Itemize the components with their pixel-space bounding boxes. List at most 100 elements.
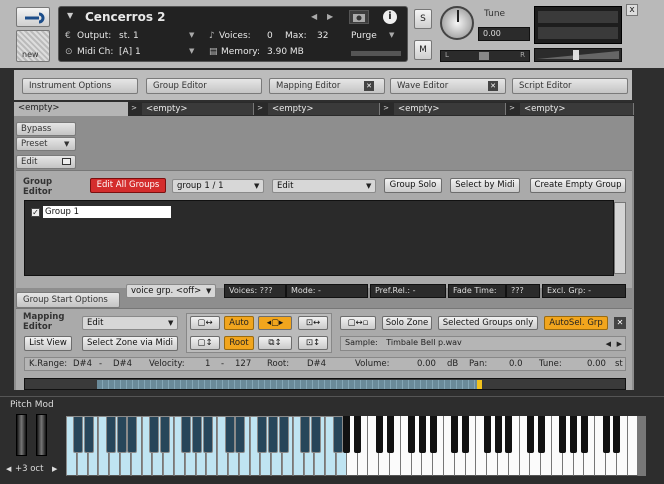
output-value[interactable]: st. 1 bbox=[119, 31, 139, 41]
mute-button[interactable]: M bbox=[414, 40, 432, 60]
slot-arrow-icon[interactable]: > bbox=[128, 102, 140, 116]
group-solo-button[interactable]: Group Solo bbox=[384, 178, 442, 193]
volume-slider[interactable] bbox=[534, 48, 622, 62]
black-key[interactable] bbox=[483, 416, 491, 453]
list-view-button[interactable]: List View bbox=[24, 336, 72, 351]
group-select[interactable]: group 1 / 1 bbox=[172, 179, 264, 193]
group-row[interactable]: Group 1 bbox=[43, 206, 171, 218]
selected-zone[interactable] bbox=[477, 380, 482, 389]
slot-tab-4[interactable]: <empty> bbox=[394, 103, 506, 115]
slot-arrow-icon[interactable]: > bbox=[506, 102, 518, 116]
black-key[interactable] bbox=[116, 416, 127, 453]
black-key[interactable] bbox=[105, 416, 116, 453]
auto-button[interactable]: Auto bbox=[224, 316, 254, 330]
krange-to[interactable]: D#4 bbox=[113, 358, 132, 370]
chevron-down-icon[interactable]: ▼ bbox=[366, 182, 371, 190]
mapping-editor-close-icon[interactable]: ✕ bbox=[364, 81, 374, 91]
octave-down-icon[interactable]: ◀ bbox=[6, 465, 11, 473]
prev-sample-icon[interactable]: ◀ bbox=[606, 338, 611, 350]
root-button[interactable]: Root bbox=[224, 336, 254, 350]
output-dropdown-icon[interactable]: ▼ bbox=[189, 31, 194, 39]
black-key[interactable] bbox=[235, 416, 246, 453]
black-key[interactable] bbox=[418, 416, 426, 453]
midi-channel-value[interactable]: [A] 1 bbox=[119, 47, 141, 57]
black-key[interactable] bbox=[386, 416, 394, 453]
black-key[interactable] bbox=[602, 416, 610, 453]
black-key[interactable] bbox=[300, 416, 311, 453]
chevron-down-icon[interactable]: ▼ bbox=[206, 287, 211, 295]
group-list-scrollbar[interactable] bbox=[614, 202, 626, 274]
slot-tab-5[interactable]: <empty> bbox=[520, 103, 634, 115]
zone-link-icon[interactable]: ▢↔▫ bbox=[340, 316, 376, 330]
tune-param-value[interactable]: 0.00 bbox=[587, 358, 606, 370]
wrench-button[interactable] bbox=[16, 7, 50, 27]
instrument-name[interactable]: Cencerros 2 bbox=[85, 10, 166, 24]
black-key[interactable] bbox=[429, 416, 437, 453]
max-value[interactable]: 32 bbox=[317, 31, 328, 41]
autosel-grp-button[interactable]: AutoSel. Grp bbox=[544, 316, 608, 330]
black-key[interactable] bbox=[559, 416, 567, 453]
black-key[interactable] bbox=[127, 416, 138, 453]
black-key[interactable] bbox=[462, 416, 470, 453]
solo-button[interactable]: S bbox=[414, 9, 432, 29]
black-key[interactable] bbox=[159, 416, 170, 453]
purge-dropdown-icon[interactable]: ▼ bbox=[389, 31, 394, 39]
root-value[interactable]: D#4 bbox=[307, 358, 326, 370]
camera-icon[interactable] bbox=[349, 10, 369, 24]
piano-keyboard[interactable] bbox=[66, 416, 646, 476]
fade-time-value[interactable]: ??? bbox=[506, 284, 540, 298]
black-key[interactable] bbox=[451, 416, 459, 453]
black-key[interactable] bbox=[343, 416, 351, 453]
tune-value[interactable]: 0.00 bbox=[478, 27, 530, 41]
edit-toggle-icon[interactable] bbox=[62, 158, 71, 165]
purge-label[interactable]: Purge bbox=[351, 31, 377, 41]
black-key[interactable] bbox=[148, 416, 159, 453]
zone-vertical-icon[interactable]: ⧉↕ bbox=[258, 336, 292, 350]
black-key[interactable] bbox=[537, 416, 545, 453]
black-key[interactable] bbox=[613, 416, 621, 453]
chevron-down-icon[interactable]: ▼ bbox=[168, 319, 173, 327]
velocity-to[interactable]: 127 bbox=[235, 358, 251, 370]
voice-group-select[interactable]: voice grp. <off> bbox=[126, 284, 216, 298]
new-instrument-button[interactable]: new bbox=[16, 30, 50, 62]
black-key[interactable] bbox=[354, 416, 362, 453]
solo-zone-button[interactable]: Solo Zone bbox=[382, 316, 432, 330]
select-by-midi-button[interactable]: Select by Midi bbox=[450, 178, 520, 193]
black-key[interactable] bbox=[310, 416, 321, 453]
black-key[interactable] bbox=[332, 416, 343, 453]
select-zone-via-midi-button[interactable]: Select Zone via Midi bbox=[82, 336, 178, 351]
slot-tab-3[interactable]: <empty> bbox=[268, 103, 380, 115]
pan-handle[interactable] bbox=[479, 52, 489, 60]
black-key[interactable] bbox=[73, 416, 84, 453]
pitch-wheel[interactable] bbox=[16, 414, 27, 456]
black-key[interactable] bbox=[580, 416, 588, 453]
tab-script-editor[interactable]: Script Editor bbox=[512, 78, 628, 94]
krange-from[interactable]: D#4 bbox=[73, 358, 92, 370]
zone-resize-icon[interactable]: ◂▢▸ bbox=[258, 316, 292, 330]
black-key[interactable] bbox=[526, 416, 534, 453]
preset-dropdown-icon[interactable]: ▼ bbox=[64, 140, 69, 148]
slot-arrow-icon[interactable]: > bbox=[254, 102, 266, 116]
next-sample-icon[interactable]: ▶ bbox=[617, 338, 622, 350]
tab-group-editor[interactable]: Group Editor bbox=[146, 78, 262, 94]
voices-field[interactable]: Voices: ??? bbox=[224, 284, 286, 298]
mod-wheel[interactable] bbox=[36, 414, 47, 456]
zone-width-icon[interactable]: ▢↔ bbox=[190, 316, 220, 330]
mode-field[interactable]: Mode: - bbox=[286, 284, 368, 298]
edit-all-groups-button[interactable]: Edit All Groups bbox=[90, 178, 166, 193]
midi-dropdown-icon[interactable]: ▼ bbox=[189, 47, 194, 55]
group-checkbox[interactable]: ✓ bbox=[31, 208, 40, 217]
black-key[interactable] bbox=[278, 416, 289, 453]
dropdown-arrow-icon[interactable]: ▼ bbox=[67, 11, 73, 20]
slot-tab-2[interactable]: <empty> bbox=[142, 103, 254, 115]
black-key[interactable] bbox=[505, 416, 513, 453]
black-key[interactable] bbox=[494, 416, 502, 453]
selected-groups-only-button[interactable]: Selected Groups only bbox=[438, 316, 538, 330]
velocity-from[interactable]: 1 bbox=[205, 358, 210, 370]
close-icon[interactable]: x bbox=[626, 4, 638, 16]
zone-stretch-icon[interactable]: ⊡↔ bbox=[298, 316, 328, 330]
white-key[interactable] bbox=[627, 416, 639, 476]
prev-instrument-icon[interactable]: ◀ bbox=[311, 12, 317, 21]
group-start-options-tab[interactable]: Group Start Options bbox=[16, 292, 120, 308]
pan-value[interactable]: 0.0 bbox=[509, 358, 523, 370]
